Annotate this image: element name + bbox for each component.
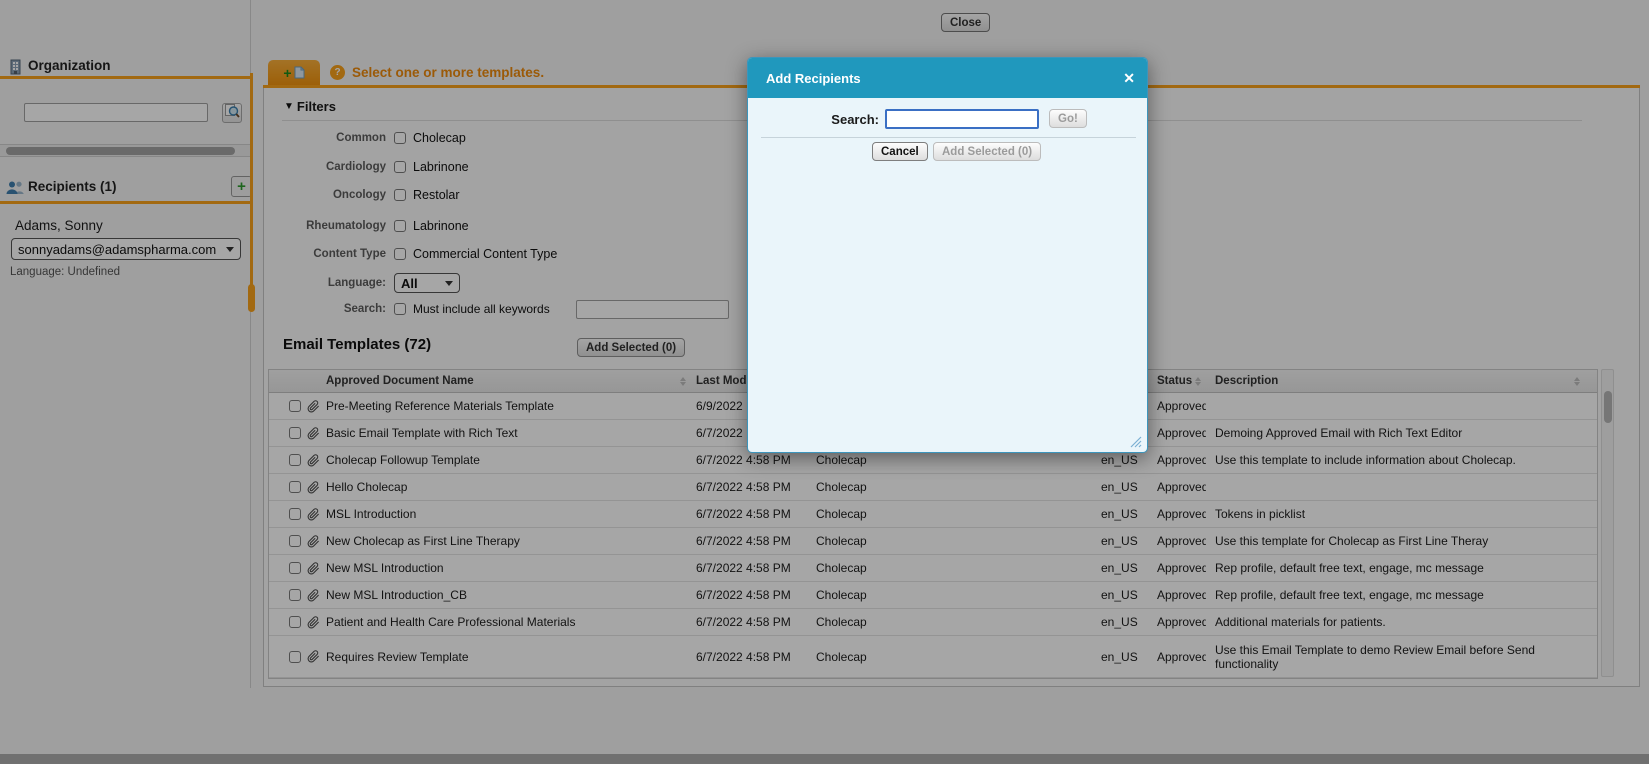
resize-handle-icon[interactable] — [1128, 434, 1142, 448]
add-recipients-modal: Add Recipients ✕ Search: Go! Cancel Add … — [747, 57, 1148, 453]
modal-add-selected-button[interactable]: Add Selected (0) — [933, 142, 1041, 161]
modal-title: Add Recipients — [766, 71, 861, 86]
send-email-page: Approved Email Send Email Close Organiza… — [0, 0, 1649, 764]
cancel-button[interactable]: Cancel — [872, 142, 928, 161]
modal-search-input[interactable] — [885, 109, 1039, 129]
close-icon[interactable]: ✕ — [1123, 70, 1135, 87]
modal-search-label: Search: — [748, 112, 879, 127]
go-button[interactable]: Go! — [1049, 109, 1087, 128]
modal-divider — [761, 137, 1136, 138]
modal-header[interactable]: Add Recipients ✕ — [748, 58, 1147, 98]
